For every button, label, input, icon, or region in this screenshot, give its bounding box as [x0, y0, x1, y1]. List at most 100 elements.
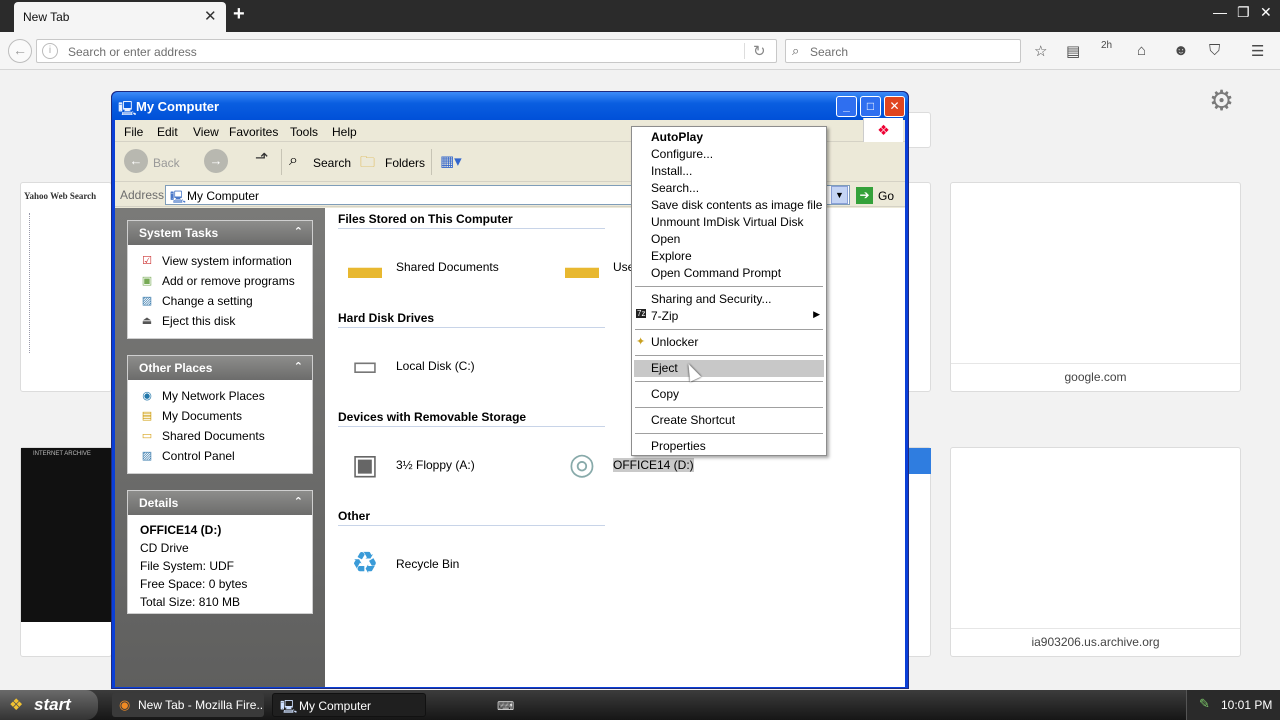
tile-yahoo[interactable]: Yahoo Web Search [20, 182, 112, 392]
bookmark-star-icon[interactable]: ☆ [1034, 42, 1047, 60]
menu-item-open[interactable]: Open [634, 231, 824, 248]
hello-icon[interactable]: ☻ [1173, 42, 1189, 59]
menu-item-search[interactable]: Search... [634, 180, 824, 197]
menu-separator [635, 286, 823, 287]
user-documents-item[interactable]: ▬ User [558, 242, 638, 296]
menu-item-7zip[interactable]: 7z 7-Zip ▶ [634, 308, 824, 325]
menu-item-command-prompt[interactable]: Open Command Prompt [634, 265, 824, 282]
place-shared-documents[interactable]: ▭ Shared Documents [128, 426, 312, 446]
collapse-chevron-icon[interactable]: ⌃ [294, 225, 303, 238]
panel-header[interactable]: Other Places ⌃ [128, 356, 312, 380]
back-button-label[interactable]: Back [153, 156, 180, 170]
keyboard-icon[interactable]: ⌨ [497, 699, 514, 713]
minimize-window-icon[interactable]: — [1213, 4, 1227, 20]
gear-icon[interactable]: ⚙ [1209, 84, 1234, 117]
control-panel-icon: ▨ [141, 450, 153, 462]
close-tab-icon[interactable]: ✕ [204, 7, 217, 25]
search-button-label[interactable]: Search [313, 156, 351, 170]
system-info-icon: ☑ [142, 255, 152, 267]
close-button[interactable]: ✕ [884, 96, 905, 117]
browser-tab[interactable]: New Tab ✕ [14, 2, 226, 32]
place-documents[interactable]: ▤ My Documents [128, 406, 312, 426]
menu-item-create-shortcut[interactable]: Create Shortcut [634, 412, 824, 429]
task-firefox[interactable]: ◉ New Tab - Mozilla Fire... [112, 693, 264, 717]
window-title-bar[interactable]: 🖳 My Computer _ □ ✕ [112, 92, 908, 120]
start-button[interactable]: ❖ start [0, 690, 98, 720]
task-change-setting[interactable]: ▨ Change a setting [128, 291, 312, 311]
pocket-icon[interactable]: ⛉ [1209, 42, 1220, 59]
task-add-remove-programs[interactable]: ▣ Add or remove programs [128, 271, 312, 291]
address-dropdown-icon[interactable]: ▼ [831, 186, 848, 204]
back-arrow-icon[interactable]: ← [8, 39, 32, 63]
panel-title: Other Places [139, 361, 213, 375]
safely-remove-icon[interactable]: ✎ [1199, 696, 1210, 712]
collapse-chevron-icon[interactable]: ⌃ [294, 360, 303, 373]
detail-type: CD Drive [140, 541, 189, 555]
folders-button-label[interactable]: Folders [385, 156, 425, 170]
panel-header[interactable]: System Tasks ⌃ [128, 221, 312, 245]
menu-icon[interactable]: ☰ [1251, 42, 1264, 60]
panel-header[interactable]: Details ⌃ [128, 491, 312, 515]
go-arrow-icon[interactable]: ➔ [856, 187, 873, 204]
downloads-badge[interactable]: 2h [1101, 40, 1112, 51]
close-window-icon[interactable]: ✕ [1260, 4, 1272, 21]
floppy-item[interactable]: ▣ 3½ Floppy (A:) [341, 440, 531, 494]
menu-tools[interactable]: Tools [290, 125, 318, 139]
maximize-button[interactable]: □ [860, 96, 881, 117]
window-title: My Computer [136, 99, 220, 114]
home-icon[interactable]: ⌂ [1137, 42, 1146, 59]
menu-item-install[interactable]: Install... [634, 163, 824, 180]
menu-item-eject[interactable]: Eject [634, 360, 824, 377]
address-bar[interactable]: i Search or enter address ↻ [36, 39, 777, 63]
menu-edit[interactable]: Edit [157, 125, 178, 139]
menu-item-sharing[interactable]: Sharing and Security... [634, 291, 824, 308]
minimize-button[interactable]: _ [836, 96, 857, 117]
address-input[interactable]: Search or enter address [68, 45, 197, 59]
eject-icon: ⏏ [141, 315, 153, 327]
task-view-system-info[interactable]: ☑ View system information [128, 251, 312, 271]
forward-arrow-icon[interactable]: → [204, 149, 228, 173]
views-icon[interactable]: ▦▾ [440, 152, 462, 170]
search-bar[interactable]: ⌕ Search [785, 39, 1021, 63]
menu-item-properties[interactable]: Properties [634, 438, 824, 455]
menu-item-save-image[interactable]: Save disk contents as image file [634, 197, 824, 214]
tile-archive[interactable]: INTERNET ARCHIVE [20, 447, 112, 657]
new-tab-icon[interactable]: + [233, 3, 245, 26]
menu-item-copy[interactable]: Copy [634, 386, 824, 403]
local-disk-item[interactable]: ▭ Local Disk (C:) [341, 341, 531, 395]
menu-item-unmount[interactable]: Unmount ImDisk Virtual Disk [634, 214, 824, 231]
collapse-chevron-icon[interactable]: ⌃ [294, 495, 303, 508]
restore-window-icon[interactable]: ❐ [1237, 4, 1250, 21]
place-network[interactable]: ◉ My Network Places [128, 386, 312, 406]
menu-item-autoplay[interactable]: AutoPlay [634, 129, 824, 146]
menu-file[interactable]: File [124, 125, 143, 139]
tile-archive-org[interactable]: ia903206.us.archive.org [950, 447, 1241, 657]
reload-icon[interactable]: ↻ [753, 42, 766, 60]
search-input[interactable]: Search [810, 45, 848, 59]
back-arrow-icon[interactable]: ← [124, 149, 148, 173]
menu-item-explore[interactable]: Explore [634, 248, 824, 265]
go-button-label[interactable]: Go [878, 189, 894, 203]
shared-documents-item[interactable]: ▬ Shared Documents [341, 242, 531, 296]
task-eject-disk[interactable]: ⏏ Eject this disk [128, 311, 312, 331]
recycle-bin-item[interactable]: ♻ Recycle Bin [341, 539, 531, 593]
menu-favorites[interactable]: Favorites [229, 125, 278, 139]
task-my-computer[interactable]: 🖳 My Computer [272, 693, 426, 717]
bookmarks-menu-icon[interactable]: ▤ [1066, 42, 1080, 60]
menu-separator [635, 329, 823, 330]
divider [744, 43, 745, 59]
menu-help[interactable]: Help [332, 125, 357, 139]
menu-view[interactable]: View [193, 125, 219, 139]
menu-item-unlocker[interactable]: ✦ Unlocker [634, 334, 824, 351]
browser-tab-bar: New Tab ✕ + — ❐ ✕ [0, 0, 1280, 32]
folders-icon[interactable]: 🗀 [360, 152, 375, 177]
group-header-other: Other [338, 509, 605, 526]
info-icon[interactable]: i [42, 43, 58, 59]
tile-google[interactable]: google.com [950, 182, 1241, 392]
menu-item-configure[interactable]: Configure... [634, 146, 824, 163]
search-icon[interactable]: ⌕ [289, 152, 298, 170]
place-control-panel[interactable]: ▨ Control Panel [128, 446, 312, 466]
up-folder-icon[interactable]: ⬏ [255, 148, 268, 168]
hard-disk-icon: ▭ [351, 350, 379, 381]
7zip-icon: 7z [636, 309, 647, 318]
